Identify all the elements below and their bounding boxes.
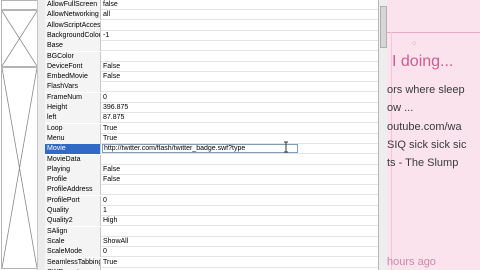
- property-name: Scale: [45, 236, 101, 247]
- property-row[interactable]: Quality2 High: [45, 216, 378, 227]
- property-value-input[interactable]: [102, 144, 298, 154]
- property-value[interactable]: 1: [103, 206, 373, 216]
- tweet-line-2: ow ...: [387, 102, 414, 114]
- property-name: DeviceFont: [45, 61, 101, 72]
- property-name: FlashVars: [45, 82, 101, 93]
- property-row[interactable]: Scale ShowAll: [45, 236, 378, 247]
- property-row[interactable]: AllowNetworking all: [45, 10, 378, 21]
- property-name: FrameNum: [45, 92, 101, 103]
- property-value[interactable]: 87.875: [103, 113, 373, 123]
- property-name: MovieData: [45, 154, 101, 165]
- property-name: AllowScriptAccess: [45, 20, 101, 31]
- property-row[interactable]: BackgroundColor -1: [45, 30, 378, 41]
- property-value[interactable]: [103, 41, 373, 51]
- property-row[interactable]: SeamlessTabbing True: [45, 257, 378, 268]
- property-value[interactable]: all: [103, 10, 373, 20]
- property-row[interactable]: ProfileAddress: [45, 185, 378, 196]
- timestamp: hours ago: [387, 256, 436, 268]
- property-value[interactable]: [103, 82, 373, 92]
- property-value[interactable]: False: [103, 175, 373, 185]
- property-value[interactable]: [103, 227, 373, 237]
- property-row[interactable]: EmbedMovie False: [45, 72, 378, 83]
- property-name: Quality: [45, 206, 101, 216]
- object-thumbnail-placeholder[interactable]: [1, 10, 38, 67]
- property-name: Menu: [45, 133, 101, 144]
- divider: [387, 32, 480, 33]
- property-row[interactable]: Movie: [45, 144, 378, 155]
- property-name: Base: [45, 41, 101, 52]
- property-row[interactable]: Profile False: [45, 175, 378, 186]
- tweet-line-1: ors where sleep: [387, 84, 465, 96]
- property-value[interactable]: 0: [103, 93, 373, 103]
- object-thumbnail-placeholder-2[interactable]: [1, 67, 38, 269]
- property-value[interactable]: -1: [103, 31, 373, 41]
- property-row[interactable]: Base: [45, 41, 378, 52]
- property-value[interactable]: True: [103, 124, 373, 134]
- page-heading: I doing...: [392, 53, 454, 70]
- property-row[interactable]: left 87.875: [45, 113, 378, 124]
- placeholder-cross-icon: [2, 68, 37, 268]
- property-value[interactable]: [103, 21, 373, 31]
- property-row[interactable]: Loop True: [45, 123, 378, 134]
- property-name: BackgroundColor: [45, 30, 101, 41]
- property-name: Profile: [45, 175, 101, 186]
- property-name: Movie: [45, 144, 101, 155]
- property-value[interactable]: False: [103, 72, 373, 82]
- property-row[interactable]: Playing False: [45, 164, 378, 175]
- object-thumbnail[interactable]: [1, 0, 38, 10]
- property-row[interactable]: MovieData: [45, 154, 378, 165]
- property-name: AllowNetworking: [45, 10, 101, 21]
- property-value[interactable]: True: [103, 258, 373, 268]
- object-list-panel: [0, 0, 46, 270]
- left-panel-scrollbar[interactable]: [37, 0, 45, 270]
- property-name: SeamlessTabbing: [45, 257, 101, 268]
- property-value[interactable]: 396.875: [103, 103, 373, 113]
- property-row[interactable]: Height 396.875: [45, 103, 378, 113]
- property-name: Playing: [45, 164, 101, 175]
- property-value[interactable]: [103, 52, 373, 62]
- property-name: Height: [45, 103, 101, 113]
- property-name: Loop: [45, 123, 101, 134]
- property-grid-scrollbar[interactable]: [378, 0, 387, 270]
- property-value[interactable]: True: [103, 134, 373, 144]
- property-row[interactable]: AllowFullScreen false: [45, 0, 378, 10]
- property-grid: AllowFullScreen false AllowNetworking all Al…: [45, 0, 378, 270]
- text-cursor-icon: [284, 141, 288, 153]
- property-row[interactable]: SAlign: [45, 226, 378, 237]
- property-name: EmbedMovie: [45, 72, 101, 83]
- property-name: ProfilePort: [45, 195, 101, 206]
- property-row[interactable]: FrameNum 0: [45, 92, 378, 103]
- property-name: BGColor: [45, 51, 101, 62]
- property-name: ProfileAddress: [45, 185, 101, 196]
- property-value[interactable]: False: [103, 165, 373, 175]
- tweet-line-3[interactable]: outube.com/wa: [387, 121, 462, 133]
- tweet-line-4: SIQ sick sick sic: [387, 139, 467, 151]
- property-name: left: [45, 113, 101, 124]
- background-webpage: ○ I doing... ors where sleep ow ... outu…: [387, 0, 480, 270]
- tweet-line-5: ts - The Slump: [387, 157, 459, 169]
- property-value[interactable]: 0: [103, 247, 373, 257]
- property-name: SAlign: [45, 226, 101, 237]
- property-value[interactable]: [103, 185, 373, 195]
- property-row[interactable]: ProfilePort 0: [45, 195, 378, 206]
- property-value[interactable]: High: [103, 216, 373, 226]
- property-row[interactable]: AllowScriptAccess: [45, 20, 378, 31]
- property-value[interactable]: False: [103, 62, 373, 72]
- property-value[interactable]: false: [103, 0, 373, 10]
- property-row[interactable]: Quality 1: [45, 206, 378, 216]
- property-name: AllowFullScreen: [45, 0, 101, 10]
- property-row[interactable]: BGColor: [45, 51, 378, 62]
- property-row[interactable]: DeviceFont False: [45, 61, 378, 72]
- property-name: Quality2: [45, 216, 101, 227]
- property-value[interactable]: [103, 155, 373, 165]
- property-row[interactable]: FlashVars: [45, 82, 378, 93]
- property-value[interactable]: ShowAll: [103, 237, 373, 247]
- property-row[interactable]: ScaleMode 0: [45, 247, 378, 258]
- resize-handle-icon: ○: [412, 40, 417, 47]
- property-value[interactable]: 0: [103, 196, 373, 206]
- property-row[interactable]: Menu True: [45, 133, 378, 144]
- scrollbar-thumb[interactable]: [380, 6, 387, 48]
- placeholder-cross-icon: [2, 11, 37, 66]
- property-name: ScaleMode: [45, 247, 101, 258]
